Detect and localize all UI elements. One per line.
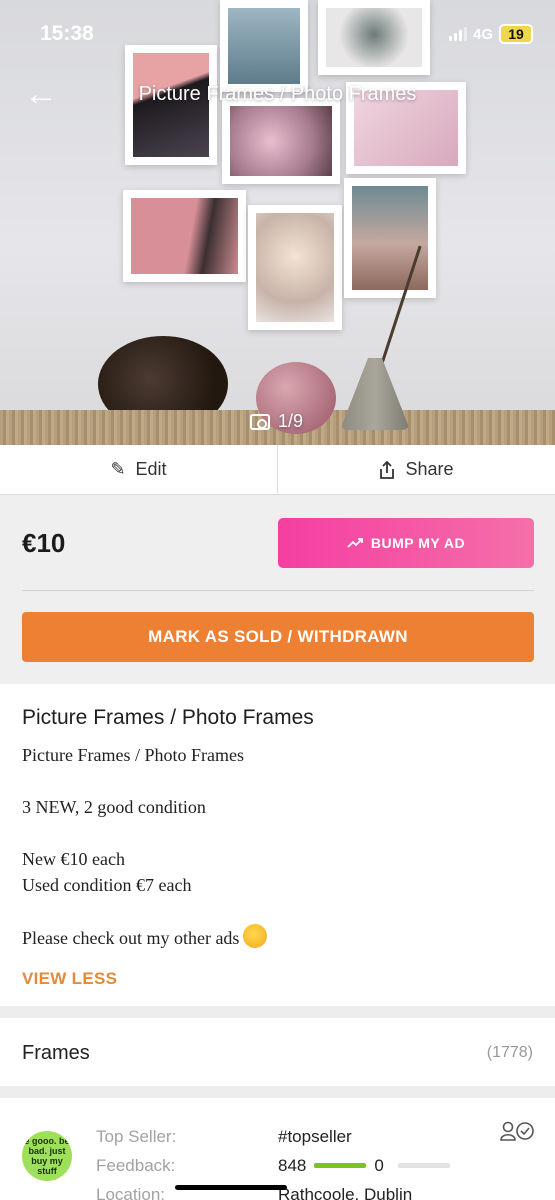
- page-title: Picture Frames / Photo Frames: [138, 83, 417, 105]
- mark-as-sold-button[interactable]: MARK AS SOLD / WITHDRAWN: [22, 612, 534, 662]
- top-seller-value: #topseller: [278, 1127, 352, 1146]
- seller-values: #topseller 848 0 Rathcoole, Dublin: [278, 1122, 450, 1200]
- view-less-link[interactable]: VIEW LESS: [22, 969, 117, 989]
- action-bar: ✎ Edit Share: [0, 445, 555, 495]
- top-seller-label: Top Seller:: [96, 1127, 177, 1146]
- battery-icon: 19: [499, 24, 533, 44]
- network-label: 4G: [472, 25, 493, 43]
- camera-icon: [250, 413, 270, 430]
- listing-description: Picture Frames / Photo Frames 3 NEW, 2 g…: [22, 742, 532, 951]
- status-indicators: 4G 19: [448, 24, 533, 44]
- feedback-negative-bar: [397, 1163, 450, 1168]
- photo-frame-art: [248, 205, 342, 330]
- category-name: Frames: [22, 1042, 90, 1064]
- feedback-row: 848 0: [278, 1151, 450, 1180]
- status-time: 15:38: [40, 22, 94, 45]
- photo-counter-label: 1/9: [278, 411, 304, 431]
- location-label: Location:: [96, 1185, 165, 1200]
- seller-labels: Top Seller: Feedback: Location:: [96, 1122, 176, 1200]
- listing-title: Picture Frames / Photo Frames: [22, 706, 314, 729]
- share-label: Share: [405, 459, 454, 479]
- feedback-positive: 848: [278, 1156, 307, 1175]
- listing-photo[interactable]: 15:38 4G 19 ← Picture Frames / Photo Fra…: [0, 0, 555, 445]
- signal-icon: [448, 27, 467, 41]
- bump-ad-button[interactable]: BUMP MY AD: [278, 518, 534, 568]
- category-row[interactable]: Frames (1778): [0, 1018, 555, 1086]
- star-struck-emoji-icon: [243, 924, 268, 948]
- feedback-positive-bar: [314, 1163, 367, 1168]
- photo-frame-art: [222, 98, 340, 184]
- edit-button[interactable]: ✎ Edit: [0, 445, 277, 494]
- description-text: Picture Frames / Photo Frames 3 NEW, 2 g…: [22, 745, 244, 948]
- divider: [22, 590, 534, 591]
- pencil-icon: ✎: [110, 459, 126, 479]
- bump-ad-label: BUMP MY AD: [370, 535, 466, 551]
- seller-avatar[interactable]: e gooo. be bad. just buy my stuff: [22, 1131, 72, 1181]
- photo-frame-art: [123, 190, 246, 282]
- status-bar: 15:38 4G 19: [0, 0, 555, 62]
- price-panel: €10 BUMP MY AD MARK AS SOLD / WITHDRAWN: [0, 496, 555, 684]
- location-value: Rathcoole, Dublin: [278, 1185, 413, 1200]
- category-count: (1778): [486, 1044, 533, 1061]
- redaction-mark: [175, 1185, 287, 1190]
- trending-up-icon: [347, 538, 363, 548]
- edit-label: Edit: [135, 459, 167, 479]
- share-icon: [380, 460, 395, 479]
- feedback-negative: 0: [374, 1156, 384, 1175]
- photo-frame-art: [344, 178, 436, 298]
- share-button[interactable]: Share: [277, 445, 555, 494]
- user-verified-icon[interactable]: [499, 1120, 535, 1142]
- price: €10: [22, 528, 66, 558]
- feedback-label: Feedback:: [96, 1156, 176, 1175]
- description-section: Picture Frames / Photo Frames Picture Fr…: [0, 684, 555, 1006]
- grey-vase: [340, 358, 410, 430]
- photo-counter: 1/9: [250, 411, 303, 432]
- ad-detail-page: 15:38 4G 19 ← Picture Frames / Photo Fra…: [0, 0, 555, 1200]
